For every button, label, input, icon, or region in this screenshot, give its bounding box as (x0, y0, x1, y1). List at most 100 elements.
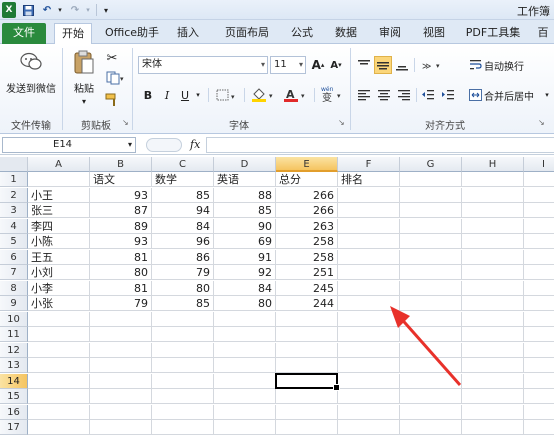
cell-f14[interactable] (338, 373, 400, 389)
row-header-1[interactable]: 1 (0, 172, 28, 187)
cell-h14[interactable] (462, 373, 524, 389)
cell-g11[interactable] (400, 327, 462, 342)
cell-b3[interactable]: 87 (90, 203, 152, 218)
align-center-icon[interactable] (376, 86, 392, 104)
cell-i2[interactable] (524, 188, 554, 203)
cell-g10[interactable] (400, 311, 462, 327)
cell-e5[interactable]: 258 (276, 234, 338, 249)
alignment-launcher-icon[interactable]: ↘ (538, 118, 545, 127)
cell-d16[interactable] (214, 404, 276, 420)
wechat-icon[interactable] (18, 50, 44, 74)
tab-page-layout[interactable]: 页面布局 (218, 23, 276, 44)
border-button[interactable]: ▾ (214, 86, 240, 104)
cell-b11[interactable] (90, 327, 152, 342)
cell-h13[interactable] (462, 358, 524, 373)
format-painter-icon[interactable] (104, 92, 120, 108)
row-header-2[interactable]: 2 (0, 187, 28, 203)
cell-c14[interactable] (152, 373, 214, 389)
cell-d3[interactable]: 85 (214, 203, 276, 218)
cell-i12[interactable] (524, 343, 554, 358)
cell-d10[interactable] (214, 311, 276, 327)
cell-b12[interactable] (90, 342, 152, 358)
align-bottom-icon[interactable] (394, 56, 410, 74)
grow-font-button[interactable]: A ▴ (310, 56, 326, 74)
cell-a14[interactable] (28, 373, 90, 389)
cell-d12[interactable] (214, 342, 276, 358)
row-header-16[interactable]: 16 (0, 404, 28, 420)
cell-a5[interactable]: 小陈 (28, 234, 90, 249)
cell-c16[interactable] (152, 404, 214, 420)
cell-d7[interactable]: 92 (214, 265, 276, 280)
column-header-g[interactable]: G (400, 157, 462, 172)
column-header-c[interactable]: C (152, 157, 214, 172)
cell-d15[interactable] (214, 389, 276, 404)
align-top-icon[interactable] (356, 56, 372, 74)
cell-g2[interactable] (400, 187, 462, 203)
cell-h15[interactable] (462, 389, 524, 404)
cell-a2[interactable]: 小王 (28, 187, 90, 203)
cell-f16[interactable] (338, 404, 400, 420)
cell-b17[interactable] (90, 420, 152, 435)
cell-h8[interactable] (462, 280, 524, 296)
formula-input[interactable] (206, 137, 554, 153)
cell-c1[interactable]: 数学 (152, 172, 214, 187)
align-left-icon[interactable] (356, 86, 372, 104)
cell-g3[interactable] (400, 203, 462, 218)
cell-i8[interactable] (524, 281, 554, 296)
cell-a6[interactable]: 王五 (28, 249, 90, 265)
cell-g9[interactable] (400, 296, 462, 311)
cell-d8[interactable]: 84 (214, 280, 276, 296)
italic-button[interactable]: I (160, 86, 174, 104)
cell-c8[interactable]: 80 (152, 280, 214, 296)
cell-d5[interactable]: 69 (214, 234, 276, 249)
row-header-15[interactable]: 15 (0, 389, 28, 404)
cell-d14[interactable] (214, 373, 276, 389)
cell-a15[interactable] (28, 389, 90, 404)
cell-c13[interactable] (152, 358, 214, 373)
cell-c10[interactable] (152, 311, 214, 327)
cell-d9[interactable]: 80 (214, 296, 276, 311)
cell-f3[interactable] (338, 203, 400, 218)
cell-a7[interactable]: 小刘 (28, 265, 90, 280)
name-box[interactable]: E14 ▾ (2, 137, 136, 153)
fill-color-button[interactable]: ▾ (250, 86, 278, 104)
cell-h12[interactable] (462, 342, 524, 358)
cell-c12[interactable] (152, 342, 214, 358)
cell-f13[interactable] (338, 358, 400, 373)
cell-e16[interactable] (276, 404, 338, 420)
cell-i10[interactable] (524, 312, 554, 327)
wrap-text-button[interactable]: 自动换行 (484, 57, 534, 73)
send-to-wechat-button[interactable]: 发送到微信 (2, 80, 60, 95)
cell-e1[interactable]: 总分 (276, 172, 338, 187)
cell-h1[interactable] (462, 172, 524, 187)
cell-e4[interactable]: 263 (276, 218, 338, 234)
cell-e6[interactable]: 258 (276, 249, 338, 265)
decrease-indent-icon[interactable] (420, 86, 436, 104)
paste-dropdown-icon[interactable]: ▾ (76, 96, 92, 106)
cell-h16[interactable] (462, 404, 524, 420)
cell-a9[interactable]: 小张 (28, 296, 90, 311)
cell-h11[interactable] (462, 327, 524, 342)
cell-h17[interactable] (462, 420, 524, 435)
phonetic-button[interactable]: wén 变 ▾ (318, 84, 346, 102)
row-header-13[interactable]: 13 (0, 358, 28, 373)
customize-icon[interactable]: ▾ (101, 2, 111, 18)
cell-b16[interactable] (90, 404, 152, 420)
column-header-e[interactable]: E (276, 157, 338, 172)
merge-dropdown-icon[interactable]: ▾ (542, 86, 552, 104)
cell-g14[interactable] (400, 373, 462, 389)
tab-formulas[interactable]: 公式 (284, 23, 320, 44)
redo-dropdown-icon[interactable]: ▾ (84, 2, 92, 18)
cell-d2[interactable]: 88 (214, 187, 276, 203)
cell-d17[interactable] (214, 420, 276, 435)
cell-e12[interactable] (276, 342, 338, 358)
orientation-icon[interactable]: ≫ ▾ (420, 56, 446, 74)
row-header-7[interactable]: 7 (0, 265, 28, 280)
cell-c7[interactable]: 79 (152, 265, 214, 280)
cell-f6[interactable] (338, 249, 400, 265)
cell-h9[interactable] (462, 296, 524, 311)
cell-b10[interactable] (90, 311, 152, 327)
cell-g17[interactable] (400, 420, 462, 435)
tab-more[interactable]: 百 (532, 23, 554, 44)
cell-c5[interactable]: 96 (152, 234, 214, 249)
